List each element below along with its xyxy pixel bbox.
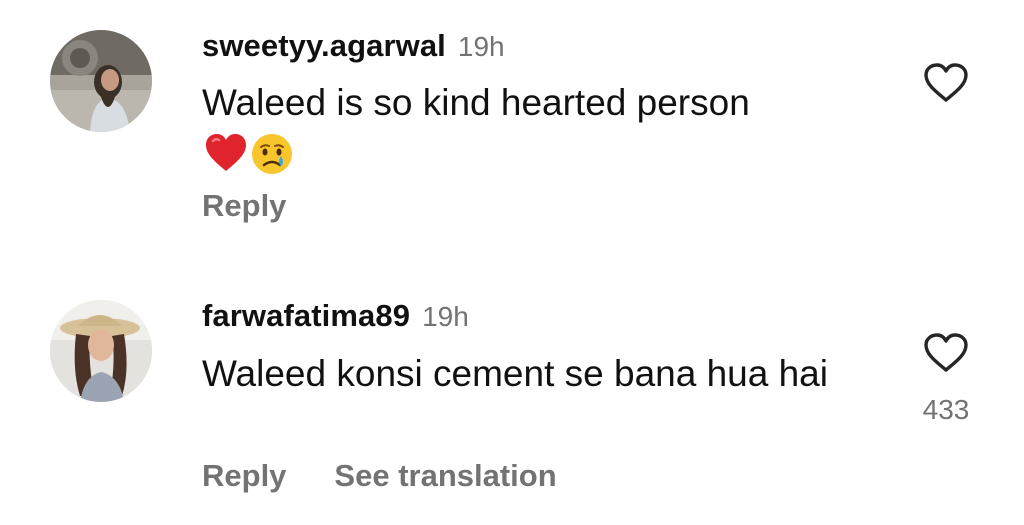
like-area: 433 [908, 332, 984, 426]
comment-item: farwafatima89 19h Waleed konsi cement se… [0, 262, 1024, 525]
reply-button[interactable]: Reply [202, 188, 286, 224]
heart-outline-icon[interactable] [923, 332, 969, 374]
comment-item: sweetyy.agarwal 19h Waleed is so kind he… [0, 0, 1024, 262]
comment-actions: Reply [202, 188, 286, 224]
username[interactable]: sweetyy.agarwal [202, 28, 446, 64]
like-count: 433 [922, 394, 970, 425]
timestamp: 19h [457, 31, 505, 62]
red-heart-icon [206, 134, 246, 171]
comment-text: Waleed is so kind hearted person [202, 82, 750, 123]
see-translation-button[interactable]: See translation [334, 458, 556, 494]
crying-face-icon [252, 134, 292, 174]
avatar[interactable] [50, 30, 152, 132]
like-area [908, 62, 984, 104]
timestamp: 19h [422, 301, 469, 332]
comment-text: Waleed konsi cement se bana hua hai [202, 353, 828, 394]
comment-actions: Reply See translation [202, 458, 557, 494]
emoji-line [204, 132, 294, 176]
avatar-photo [50, 30, 152, 132]
heart-outline-icon[interactable] [923, 62, 969, 104]
avatar-photo [50, 300, 152, 402]
username[interactable]: farwafatima89 [202, 298, 410, 334]
comment-header: sweetyy.agarwal 19h [202, 28, 505, 68]
avatar[interactable] [50, 300, 152, 402]
reply-button[interactable]: Reply [202, 458, 286, 494]
comment-header: farwafatima89 19h [202, 298, 469, 338]
comment-list: sweetyy.agarwal 19h Waleed is so kind he… [0, 0, 1024, 525]
